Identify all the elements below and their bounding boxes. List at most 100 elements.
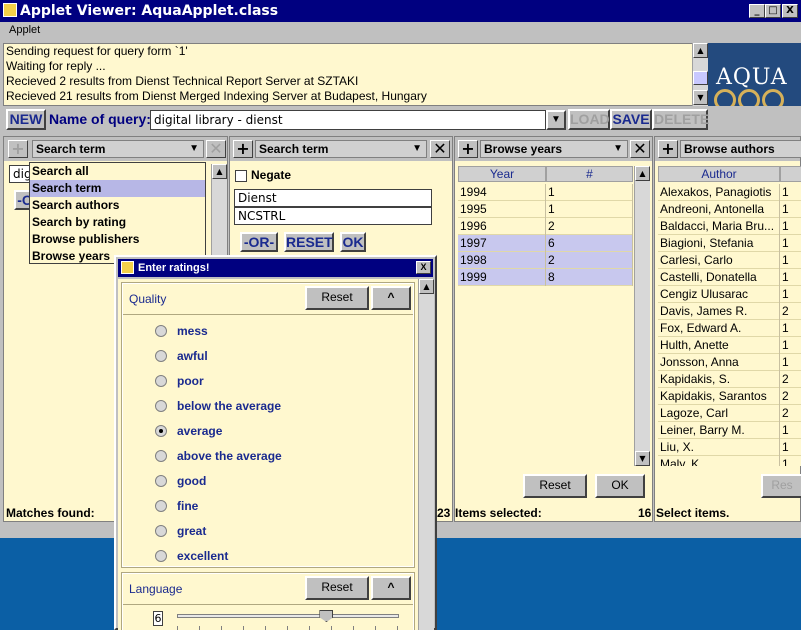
table-row[interactable]: Alexakos, Panagiotis 1 <box>658 184 801 201</box>
language-reset-button[interactable]: Reset <box>305 576 369 600</box>
table-row[interactable]: Davis, James R. 2 <box>658 303 801 320</box>
radio-icon[interactable] <box>155 325 167 337</box>
slider-thumb[interactable] <box>319 610 334 622</box>
authors-reset-button[interactable]: Res <box>761 474 801 498</box>
table-row[interactable]: Castelli, Donatella 1 <box>658 269 801 286</box>
minimize-button[interactable]: _ <box>749 4 765 18</box>
radio-icon[interactable] <box>155 500 167 512</box>
dropdown-item-search-term[interactable]: Search term <box>30 180 205 197</box>
rating-option-label: poor <box>177 374 204 388</box>
log-scrollbar[interactable]: ▲ ▼ <box>692 43 708 106</box>
add-icon[interactable]: + <box>233 140 253 158</box>
dropdown-item-browse-publishers[interactable]: Browse publishers <box>30 231 205 248</box>
table-row[interactable]: Baldacci, Maria Bru... 1 <box>658 218 801 235</box>
quality-collapse-button[interactable]: ^ <box>371 286 411 310</box>
menu-applet[interactable]: Applet <box>9 24 40 36</box>
scroll-up-icon[interactable]: ▲ <box>212 164 227 179</box>
combo-label: Search term <box>36 142 106 156</box>
table-row[interactable]: Kapidakis, S. 2 <box>658 371 801 388</box>
radio-icon[interactable] <box>155 450 167 462</box>
radio-icon[interactable] <box>155 375 167 387</box>
close-panel-icon[interactable]: ✕ <box>206 140 226 158</box>
table-row[interactable]: Andreoni, Antonella 1 <box>658 201 801 218</box>
search-type-combo[interactable]: Search term ▼ <box>255 140 427 158</box>
count-cell: 1 <box>780 354 801 371</box>
save-button[interactable]: SAVE <box>610 109 652 130</box>
table-row[interactable]: Hulth, Anette 1 <box>658 337 801 354</box>
table-row[interactable]: 1994 1 <box>458 184 633 201</box>
search-type-combo[interactable]: Search term ▼ <box>32 140 204 158</box>
table-row[interactable]: Fox, Edward A. 1 <box>658 320 801 337</box>
column-header-year[interactable]: Year <box>458 166 546 182</box>
table-row[interactable]: Liu, X. 1 <box>658 439 801 456</box>
maximize-button[interactable]: □ <box>765 4 781 18</box>
scroll-up-icon[interactable]: ▲ <box>693 43 708 58</box>
chevron-down-icon: ▼ <box>412 143 422 154</box>
table-row[interactable]: 1995 1 <box>458 201 633 218</box>
table-row[interactable]: 1998 2 <box>458 252 633 269</box>
dropdown-item-search-authors[interactable]: Search authors <box>30 197 205 214</box>
radio-icon[interactable] <box>155 425 167 437</box>
table-row[interactable]: Biagioni, Stefania 1 <box>658 235 801 252</box>
column-header-author[interactable]: Author <box>658 166 780 182</box>
table-row[interactable]: Maly, K. 1 <box>658 456 801 466</box>
reset-button[interactable]: RESET <box>284 232 334 252</box>
scroll-thumb[interactable] <box>693 71 708 85</box>
table-row[interactable]: Carlesi, Carlo 1 <box>658 252 801 269</box>
language-slider[interactable] <box>177 610 399 622</box>
table-row[interactable]: Leiner, Barry M. 1 <box>658 422 801 439</box>
scroll-down-icon[interactable]: ▼ <box>635 451 650 466</box>
radio-icon[interactable] <box>155 525 167 537</box>
close-panel-icon[interactable]: ✕ <box>630 140 650 158</box>
scroll-down-icon[interactable]: ▼ <box>693 90 708 105</box>
new-button[interactable]: NEW <box>6 109 46 130</box>
table-row[interactable]: Jonsson, Anna 1 <box>658 354 801 371</box>
table-row[interactable]: 1999 8 <box>458 269 633 286</box>
load-button[interactable]: LOAD <box>568 109 610 130</box>
years-ok-button[interactable]: OK <box>595 474 645 498</box>
rating-option-label: great <box>177 524 207 538</box>
column-header-count[interactable] <box>780 166 801 182</box>
years-scrollbar[interactable]: ▲ ▼ <box>634 166 650 466</box>
close-dialog-button[interactable]: X <box>416 261 431 274</box>
delete-button[interactable]: DELETE <box>652 109 709 130</box>
table-row[interactable]: Lagoze, Carl 2 <box>658 405 801 422</box>
browse-type-combo[interactable]: Browse years ▼ <box>480 140 628 158</box>
ok-button[interactable]: OK <box>340 232 366 252</box>
dropdown-item-search-all[interactable]: Search all <box>30 163 205 180</box>
dropdown-item-search-rating[interactable]: Search by rating <box>30 214 205 231</box>
language-label: Language <box>129 582 183 596</box>
scroll-up-icon[interactable]: ▲ <box>635 166 650 181</box>
radio-icon[interactable] <box>155 550 167 562</box>
scroll-up-icon[interactable]: ▲ <box>419 279 434 294</box>
radio-icon[interactable] <box>155 475 167 487</box>
negate-checkbox[interactable] <box>235 170 247 182</box>
close-panel-icon[interactable]: ✕ <box>430 140 450 158</box>
count-cell: 1 <box>780 252 801 269</box>
dialog-scrollbar[interactable]: ▲ <box>418 279 434 630</box>
close-window-button[interactable]: X <box>782 4 798 18</box>
language-collapse-button[interactable]: ^ <box>371 576 411 600</box>
table-row[interactable]: Kapidakis, Sarantos 2 <box>658 388 801 405</box>
term-input-1[interactable]: Dienst <box>234 189 432 207</box>
search-type-dropdown[interactable]: Search all Search term Search authors Se… <box>29 162 206 264</box>
query-name-input[interactable]: digital library - dienst <box>150 110 546 130</box>
ratings-dialog: Enter ratings! X Quality Reset ^ mess awf… <box>114 255 437 630</box>
add-icon[interactable]: + <box>658 140 678 158</box>
or-button[interactable]: -OR- <box>240 232 278 252</box>
chevron-down-icon[interactable]: ▼ <box>546 110 566 130</box>
quality-reset-button[interactable]: Reset <box>305 286 369 310</box>
term-input-2[interactable]: NCSTRL <box>234 207 432 225</box>
add-icon[interactable]: + <box>458 140 478 158</box>
radio-icon[interactable] <box>155 400 167 412</box>
table-row[interactable]: 1997 6 <box>458 235 633 252</box>
log-line: Waiting for reply ... <box>6 59 106 73</box>
radio-icon[interactable] <box>155 350 167 362</box>
table-row[interactable]: Cengiz Ulusarac 1 <box>658 286 801 303</box>
author-cell: Liu, X. <box>658 439 780 456</box>
column-header-count[interactable]: # <box>546 166 633 182</box>
table-row[interactable]: 1996 2 <box>458 218 633 235</box>
years-reset-button[interactable]: Reset <box>523 474 587 498</box>
browse-type-combo[interactable]: Browse authors <box>680 140 801 158</box>
add-icon[interactable]: + <box>8 140 28 158</box>
